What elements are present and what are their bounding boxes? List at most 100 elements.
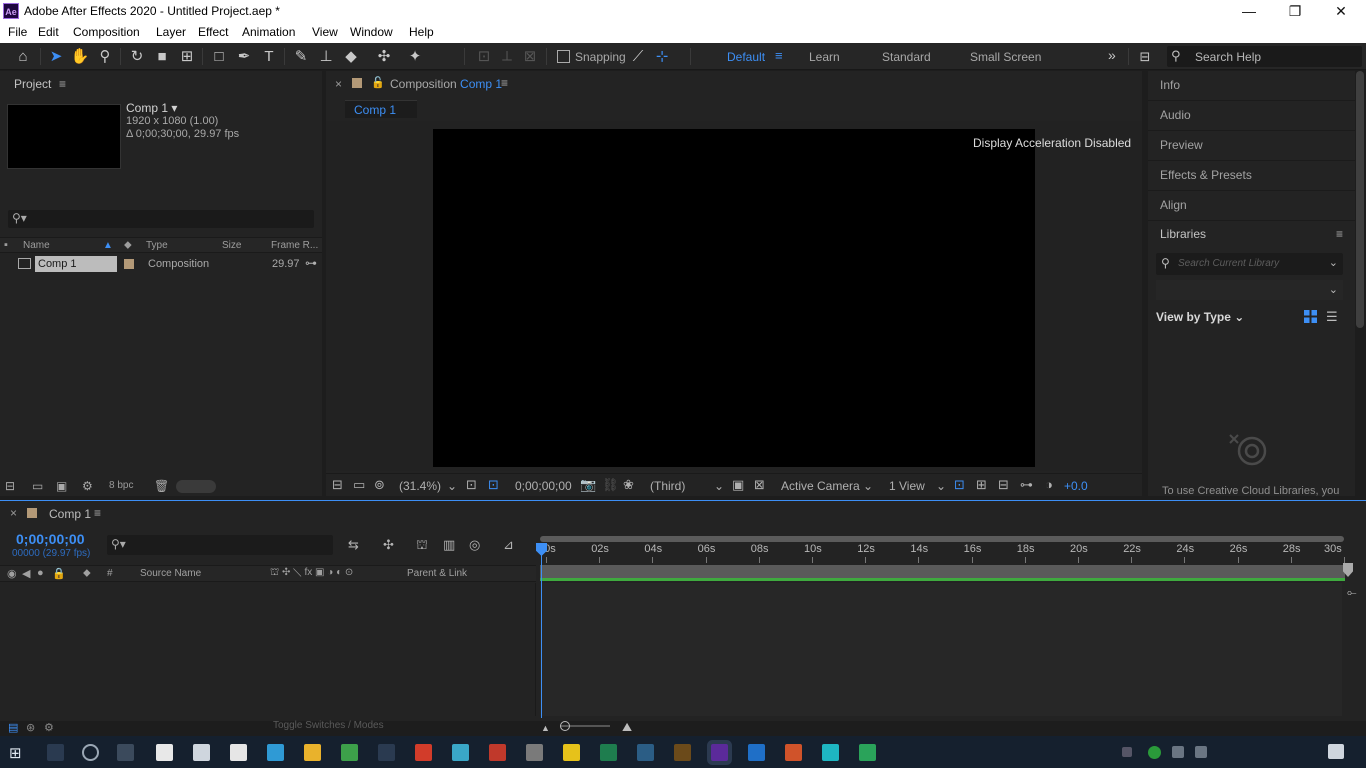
effects-presets-panel-tab[interactable]: Effects & Presets: [1148, 161, 1355, 191]
chevron-down-icon[interactable]: ⌄: [447, 479, 457, 493]
notification-center-icon[interactable]: [1328, 744, 1344, 759]
search-taskbar-icon[interactable]: [47, 744, 64, 761]
column-name[interactable]: Name: [23, 240, 50, 251]
app-icon-12[interactable]: [822, 744, 839, 761]
flowchart-icon[interactable]: ⊶: [305, 256, 317, 270]
sort-ascending-icon[interactable]: ▲: [103, 240, 113, 251]
libraries-panel-title[interactable]: Libraries: [1160, 227, 1206, 241]
zoom-slider-thumb[interactable]: [560, 721, 570, 731]
time-navigator-bar[interactable]: [540, 536, 1344, 542]
windows-start-icon[interactable]: ⊞: [9, 744, 22, 762]
column-type[interactable]: Type: [146, 240, 168, 251]
type-tool-icon[interactable]: T: [259, 47, 279, 67]
frame-blending-icon[interactable]: ▥: [443, 537, 455, 553]
graph-editor-icon[interactable]: ⊿: [503, 537, 514, 553]
app-icon-2[interactable]: [378, 744, 395, 761]
project-panel-title[interactable]: Project: [14, 77, 51, 91]
app-icon-10[interactable]: [748, 744, 765, 761]
transparency-grid-icon[interactable]: ⊡: [488, 477, 499, 493]
brush-tool-icon[interactable]: ✎: [291, 47, 311, 67]
snap-features-icon[interactable]: ⊹: [652, 47, 672, 67]
library-select-dropdown[interactable]: ⌄: [1156, 280, 1343, 300]
toggle-pixel-aspect-icon[interactable]: ⊡: [954, 477, 965, 493]
bit-depth-button[interactable]: 8 bpc: [109, 480, 133, 491]
close-tab-icon[interactable]: ×: [10, 506, 17, 520]
column-parent-link[interactable]: Parent & Link: [407, 568, 467, 579]
rotation-tool-icon[interactable]: ↻: [127, 47, 147, 67]
camera-view-dropdown[interactable]: Active Camera: [781, 479, 860, 493]
explorer-icon[interactable]: [156, 744, 173, 761]
menu-help[interactable]: Help: [409, 25, 434, 39]
chevron-down-icon[interactable]: ⌄: [714, 479, 724, 493]
delete-icon[interactable]: 🗑: [154, 479, 169, 493]
view-by-type-dropdown[interactable]: View by Type ⌄: [1156, 310, 1244, 324]
mail-icon[interactable]: [193, 744, 210, 761]
toggle-transparency-icon[interactable]: ⊠: [754, 477, 765, 493]
label-tag-icon[interactable]: ⬥: [83, 567, 91, 580]
menu-edit[interactable]: Edit: [38, 25, 59, 39]
pan-behind-tool-icon[interactable]: ⊞: [177, 47, 197, 67]
chevron-down-icon[interactable]: ⌄: [936, 479, 946, 493]
label-color-swatch[interactable]: [124, 259, 134, 269]
app-icon-11[interactable]: [785, 744, 802, 761]
composition-viewer[interactable]: Display Acceleration Disabled: [326, 121, 1142, 471]
panel-menu-icon[interactable]: ≡: [501, 76, 508, 90]
close-tab-icon[interactable]: ×: [335, 77, 342, 91]
audio-icon[interactable]: ◀: [22, 567, 30, 580]
timeline-graph-area[interactable]: [540, 583, 1342, 716]
app-icon-9[interactable]: [674, 744, 691, 761]
motion-blur-icon[interactable]: ◎: [469, 537, 480, 553]
always-preview-icon[interactable]: ⊟: [332, 477, 343, 493]
menu-composition[interactable]: Composition: [73, 25, 140, 39]
menu-window[interactable]: Window: [350, 25, 393, 39]
region-of-interest-icon[interactable]: ▣: [732, 477, 744, 493]
acrobat-icon[interactable]: [415, 744, 432, 761]
interpret-footage-icon[interactable]: ⊟: [5, 479, 15, 493]
composition-tab-label[interactable]: Composition Comp 1: [390, 77, 502, 91]
fit-icon[interactable]: ⊡: [466, 477, 477, 493]
project-settings-icon[interactable]: ⚙: [82, 479, 93, 493]
transfer-controls-icon[interactable]: ⊛: [26, 721, 35, 734]
app-icon-1[interactable]: [267, 744, 284, 761]
maximize-button[interactable]: ❐: [1272, 0, 1318, 22]
panel-menu-icon[interactable]: ≡: [1336, 227, 1343, 241]
thumbnail-size-slider[interactable]: [176, 480, 216, 493]
after-effects-taskbar-icon[interactable]: [711, 744, 728, 761]
sync-settings-icon[interactable]: ⊟: [1135, 47, 1155, 67]
column-frame-rate[interactable]: Frame R...: [271, 240, 318, 251]
camera-tool-icon[interactable]: ■: [152, 47, 172, 67]
info-panel-tab[interactable]: Info: [1148, 71, 1355, 101]
comp-info-name[interactable]: Comp 1 ▾: [126, 102, 239, 115]
pen-tool-icon[interactable]: ✒: [234, 47, 254, 67]
right-panel-scrollbar[interactable]: [1356, 71, 1364, 328]
solo-icon[interactable]: ●: [37, 567, 44, 579]
workspace-default[interactable]: Default: [727, 50, 765, 64]
folder-icon[interactable]: [304, 744, 321, 761]
workspace-learn[interactable]: Learn: [809, 50, 840, 64]
snapshot-icon[interactable]: 📷: [580, 477, 596, 493]
new-composition-icon[interactable]: ▣: [56, 479, 67, 493]
search-help-field[interactable]: ⚲ Search Help: [1167, 46, 1362, 67]
zoom-out-icon[interactable]: ▲: [541, 723, 550, 733]
eraser-tool-icon[interactable]: ◆: [341, 47, 361, 67]
app-icon-6[interactable]: [563, 744, 580, 761]
3d-glasses-icon[interactable]: ⊚: [374, 477, 385, 493]
comp-button-icon[interactable]: ⟜: [1347, 585, 1357, 600]
minimize-button[interactable]: —: [1226, 0, 1272, 22]
display-icon[interactable]: ▭: [353, 477, 365, 493]
exposure-value[interactable]: +0.0: [1064, 479, 1088, 493]
menu-animation[interactable]: Animation: [242, 25, 295, 39]
home-icon[interactable]: ⌂: [13, 47, 33, 67]
menu-view[interactable]: View: [312, 25, 338, 39]
app-icon-5[interactable]: [526, 744, 543, 761]
menu-effect[interactable]: Effect: [198, 25, 228, 39]
view-layout-dropdown[interactable]: 1 View: [889, 479, 925, 493]
tray-app-icon[interactable]: [1148, 746, 1161, 759]
roto-brush-tool-icon[interactable]: ✣: [374, 47, 394, 67]
flowchart-icon[interactable]: ⊶: [1020, 477, 1033, 493]
timeline-search-input[interactable]: ⚲▾: [107, 535, 333, 555]
zoom-in-icon[interactable]: ⛰: [622, 720, 632, 735]
app-icon-3[interactable]: [452, 744, 469, 761]
chrome-icon[interactable]: [341, 744, 358, 761]
switches-icons[interactable]: ⛫ ✣ ⟍ fx ▣ ◑ ◐ ⊙: [270, 567, 353, 580]
